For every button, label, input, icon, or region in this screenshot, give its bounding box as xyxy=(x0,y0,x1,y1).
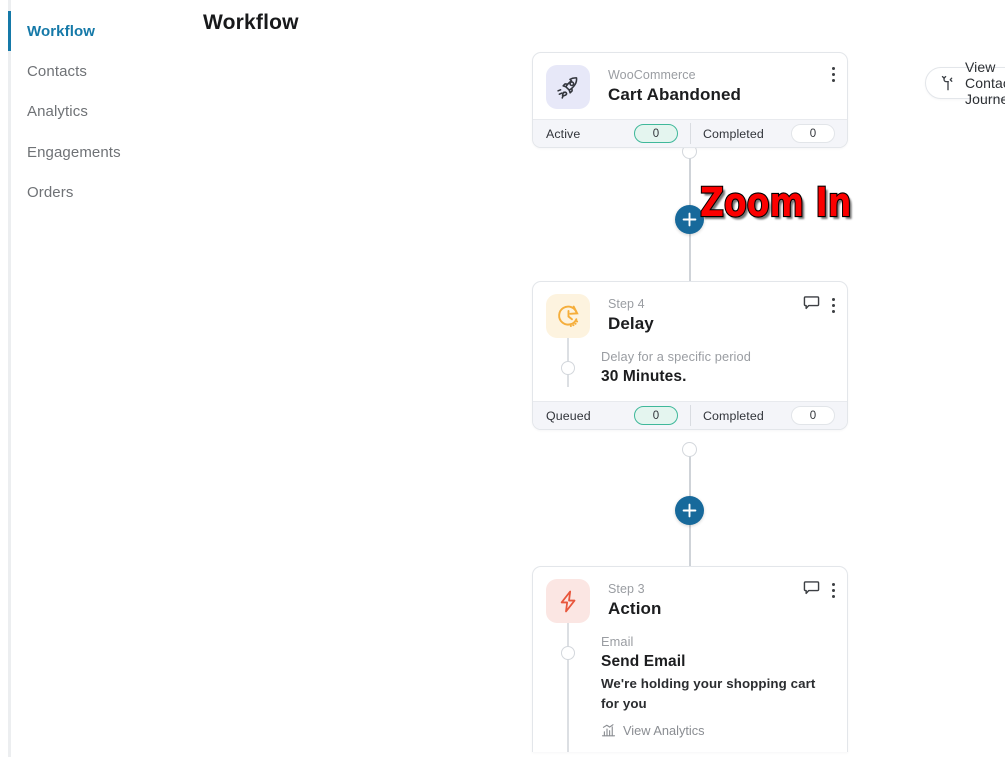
node-title: Delay xyxy=(608,314,654,333)
rocket-icon xyxy=(546,65,590,109)
node-header: Step 4 Delay xyxy=(533,282,847,348)
view-contact-journey-button[interactable]: View Contact Journey xyxy=(925,59,1005,107)
bolt-icon xyxy=(546,579,590,623)
node-subtitle: Step 4 xyxy=(608,297,645,311)
node-title: Cart Abandoned xyxy=(608,85,741,104)
workflow-node-trigger[interactable]: WooCommerce Cart Abandoned Active 0 Comp… xyxy=(532,52,848,148)
node-body-title: Send Email xyxy=(601,653,686,670)
comment-icon[interactable] xyxy=(803,295,820,316)
stat-label: Completed xyxy=(703,126,764,141)
stat-value: 0 xyxy=(634,124,678,143)
node-header-text: Step 4 Delay xyxy=(608,294,654,335)
stat-value: 0 xyxy=(791,406,835,425)
node-header-text: Step 3 Action xyxy=(608,579,661,620)
node-menu-icon[interactable] xyxy=(832,582,836,600)
workflow-canvas[interactable]: WooCommerce Cart Abandoned Active 0 Comp… xyxy=(180,0,1005,757)
node-body-description: We're holding your shopping cart for you xyxy=(601,676,816,711)
stat-completed: Completed 0 xyxy=(690,402,847,429)
node-body: Delay for a specific period 30 Minutes. xyxy=(533,328,847,401)
node-body-subtitle: Delay for a specific period xyxy=(601,349,751,364)
workflow-node-action[interactable]: Step 3 Action Email Send Email We're hol… xyxy=(532,566,848,752)
sidebar-item-contacts[interactable]: Contacts xyxy=(8,51,178,91)
sidebar-item-label: Workflow xyxy=(27,22,96,40)
node-stats: Active 0 Completed 0 xyxy=(533,119,847,147)
node-subtitle: Step 3 xyxy=(608,582,645,596)
node-menu-icon[interactable] xyxy=(832,66,836,84)
node-body: Email Send Email We're holding your shop… xyxy=(533,613,847,752)
comment-icon[interactable] xyxy=(803,580,820,601)
node-header: WooCommerce Cart Abandoned xyxy=(533,53,847,119)
add-step-button-1[interactable] xyxy=(675,205,704,234)
workflow-node-delay[interactable]: Step 4 Delay Delay for a specific period… xyxy=(532,281,848,430)
node-menu-icon[interactable] xyxy=(832,297,836,315)
node-header-actions xyxy=(803,580,836,601)
stat-label: Completed xyxy=(703,408,764,423)
sidebar: Workflow Contacts Analytics Engagements … xyxy=(0,0,180,757)
stat-completed: Completed 0 xyxy=(690,120,847,147)
bar-chart-icon xyxy=(601,723,616,738)
node-header: Step 3 Action xyxy=(533,567,847,633)
sidebar-item-label: Orders xyxy=(27,183,74,201)
node-body-text: Delay for a specific period 30 Minutes. xyxy=(601,348,835,387)
view-analytics-label: View Analytics xyxy=(623,723,705,738)
connector-node-2 xyxy=(682,442,697,457)
view-analytics-link[interactable]: View Analytics xyxy=(601,723,835,738)
node-subtitle: WooCommerce xyxy=(608,68,696,82)
view-contact-journey-label: View Contact Journey xyxy=(965,59,1005,107)
stat-queued: Queued 0 xyxy=(533,402,690,429)
node-header-text: WooCommerce Cart Abandoned xyxy=(608,65,741,106)
node-rail xyxy=(567,613,569,752)
sidebar-item-label: Contacts xyxy=(27,62,87,80)
stat-value: 0 xyxy=(634,406,678,425)
branch-icon xyxy=(940,75,956,92)
stat-value: 0 xyxy=(791,124,835,143)
node-stats: Queued 0 Completed 0 xyxy=(533,401,847,429)
stat-label: Active xyxy=(546,126,581,141)
node-title: Action xyxy=(608,599,662,618)
stat-active: Active 0 xyxy=(533,120,690,147)
clock-icon xyxy=(546,294,590,338)
sidebar-item-orders[interactable]: Orders xyxy=(8,172,178,212)
sidebar-item-label: Analytics xyxy=(27,102,88,120)
node-header-actions xyxy=(832,66,836,84)
node-rail-dot xyxy=(561,361,575,375)
node-rail-dot xyxy=(561,646,575,660)
node-header-actions xyxy=(803,295,836,316)
sidebar-item-engagements[interactable]: Engagements xyxy=(8,132,178,172)
workflow-app: Workflow Contacts Analytics Engagements … xyxy=(0,0,1005,757)
sidebar-item-workflow[interactable]: Workflow xyxy=(8,11,178,51)
add-step-button-2[interactable] xyxy=(675,496,704,525)
node-body-subtitle: Email xyxy=(601,634,634,649)
stat-label: Queued xyxy=(546,408,591,423)
node-body-text: Email Send Email We're holding your shop… xyxy=(601,633,835,738)
sidebar-item-analytics[interactable]: Analytics xyxy=(8,91,178,131)
node-body-title: 30 Minutes. xyxy=(601,368,687,385)
sidebar-item-label: Engagements xyxy=(27,143,121,161)
